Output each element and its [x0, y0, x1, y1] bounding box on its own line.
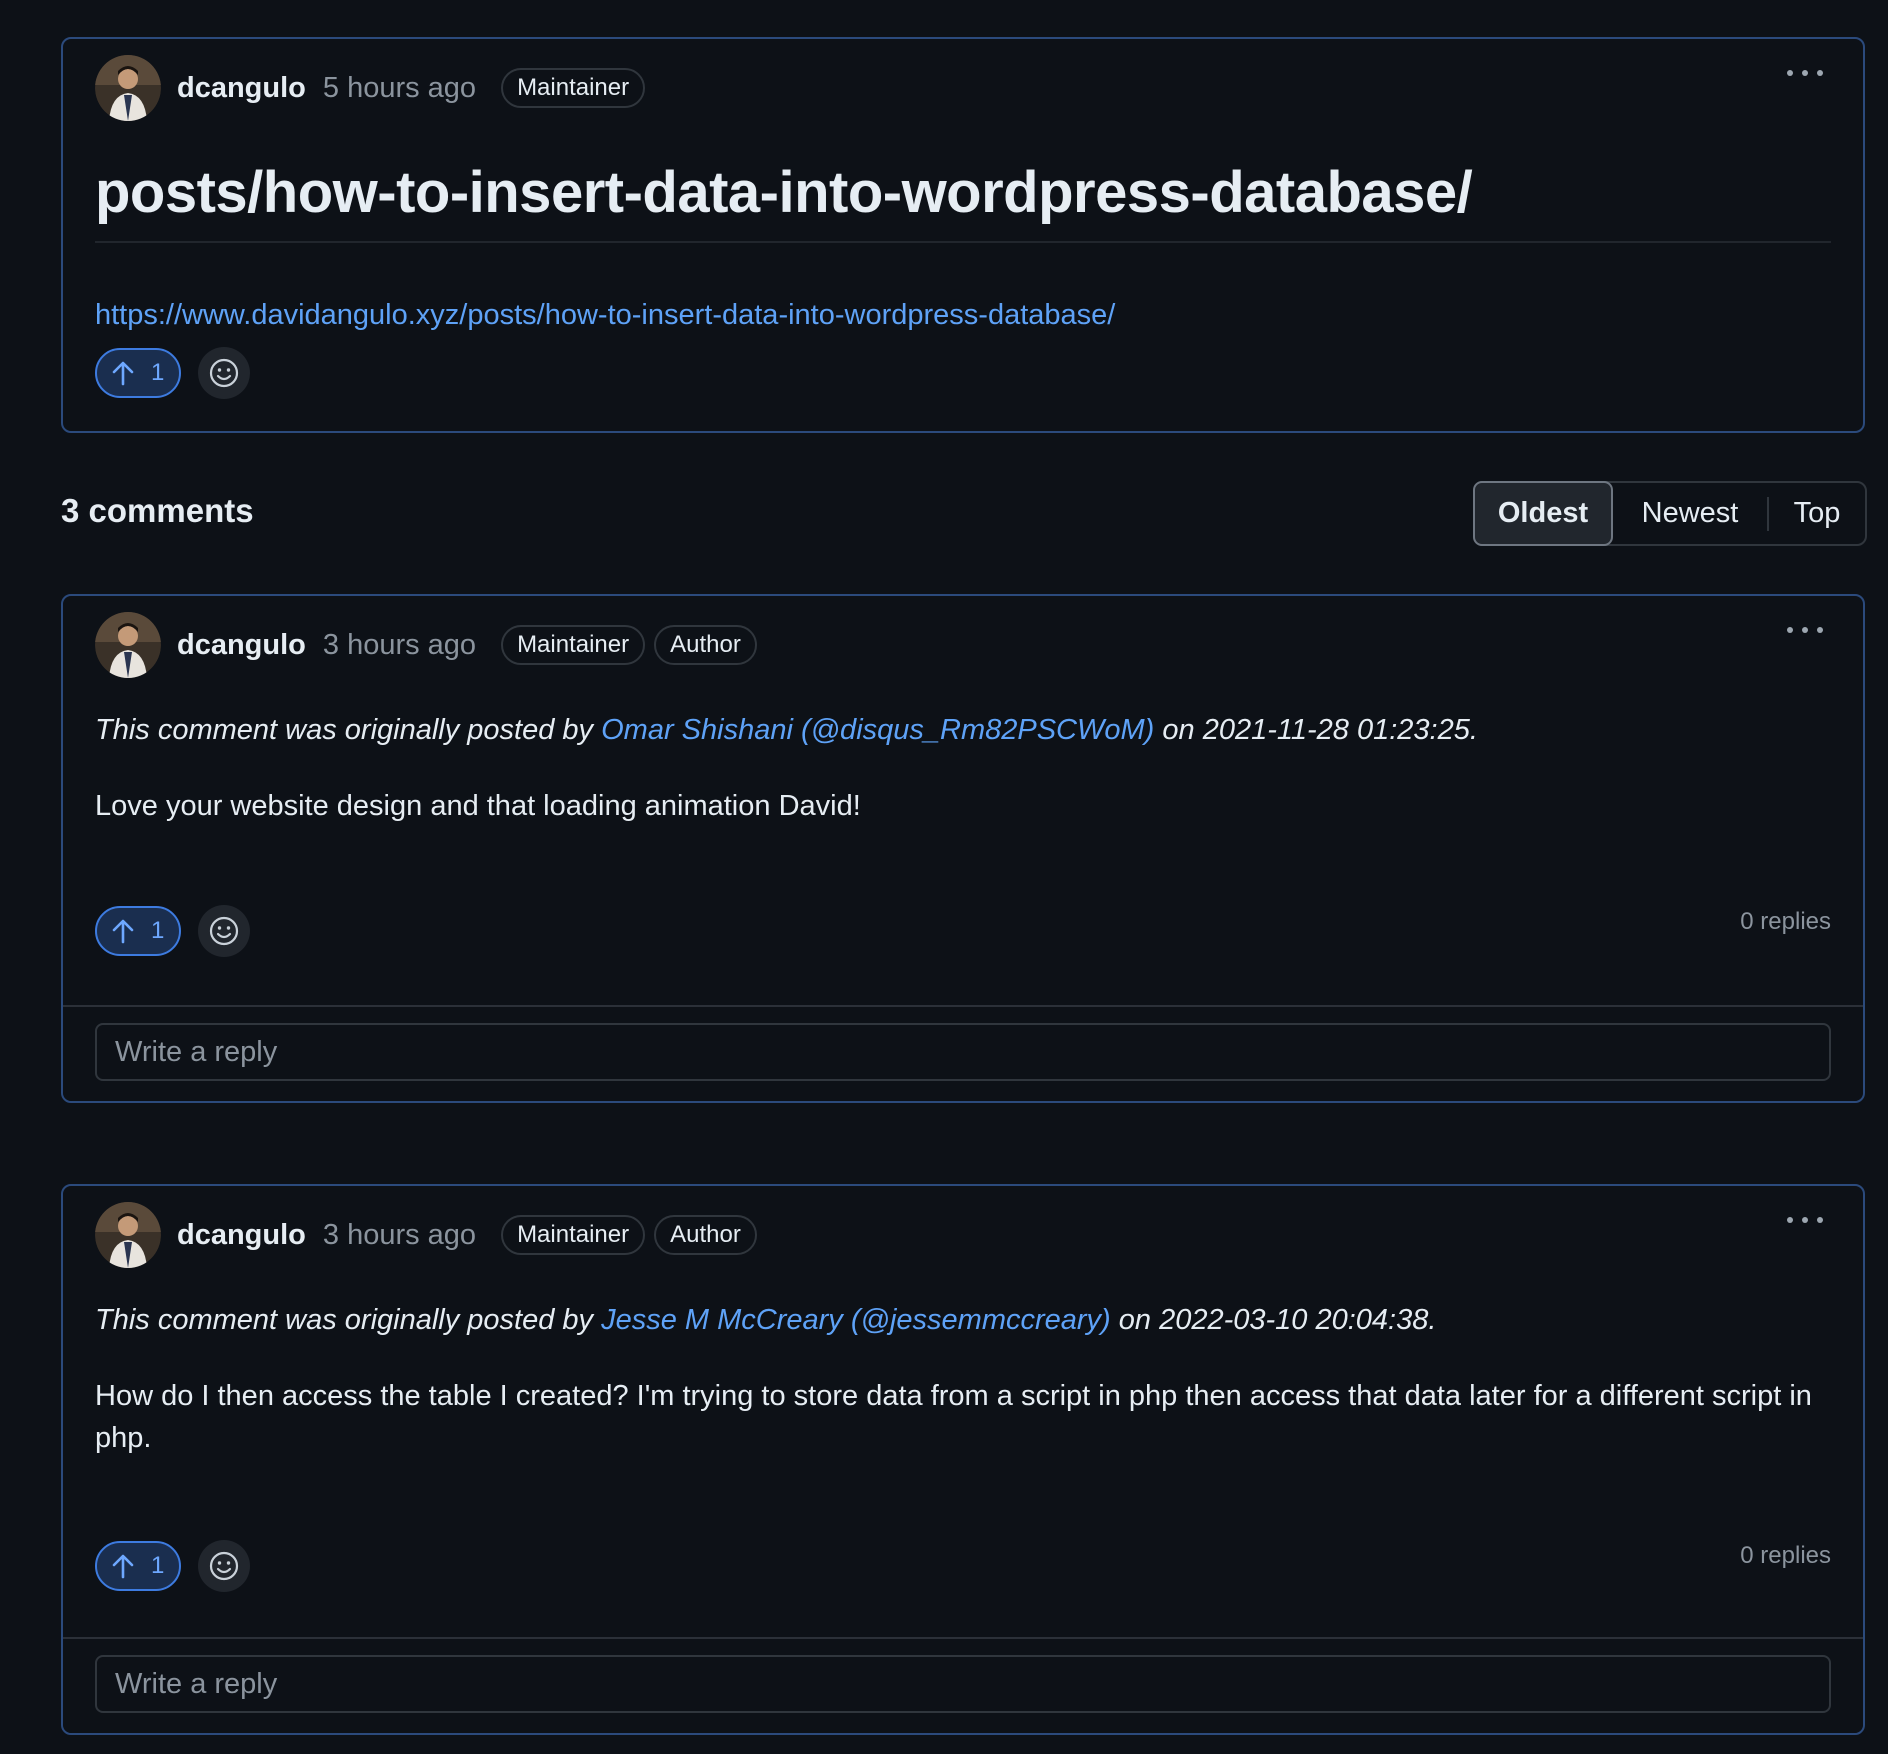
author-name[interactable]: dcangulo: [177, 1219, 306, 1252]
comment-body: How do I then access the table I created…: [95, 1380, 1812, 1454]
more-options-button[interactable]: [1787, 624, 1823, 636]
comment-card: dcangulo 3 hours ago Maintainer Author T…: [61, 594, 1865, 1103]
origin-suffix: on 2021-11-28 01:23:25.: [1154, 714, 1478, 746]
more-options-button[interactable]: [1787, 1214, 1823, 1226]
maintainer-badge: Maintainer: [501, 68, 646, 108]
origin-prefix: This comment was originally posted by: [95, 1304, 602, 1336]
reply-input[interactable]: [95, 1655, 1831, 1713]
discussion-card: dcangulo 5 hours ago Maintainer posts/ho…: [61, 37, 1865, 433]
origin-user-link[interactable]: Jesse M McCreary (@jessemmccreary): [601, 1304, 1111, 1336]
smiley-icon: [209, 916, 239, 946]
sort-oldest-button[interactable]: Oldest: [1473, 481, 1613, 546]
comment-body: Love your website design and that loadin…: [95, 790, 861, 822]
kebab-menu-icon: [1787, 1217, 1793, 1223]
origin-prefix: This comment was originally posted by: [95, 714, 602, 746]
author-badge: Author: [654, 1215, 757, 1255]
sort-newest-button[interactable]: Newest: [1613, 483, 1767, 544]
replies-count: 0 replies: [1740, 908, 1831, 935]
origin-note: This comment was originally posted by Om…: [95, 714, 1478, 747]
discussion-title: posts/how-to-insert-data-into-wordpress-…: [95, 160, 1473, 225]
author-name[interactable]: dcangulo: [177, 72, 306, 105]
author-name[interactable]: dcangulo: [177, 629, 306, 662]
origin-note: This comment was originally posted by Je…: [95, 1304, 1436, 1337]
upvote-count: 1: [151, 917, 165, 944]
sort-top-button[interactable]: Top: [1769, 483, 1865, 544]
arrow-up-icon: [112, 919, 134, 944]
discussion-url-link[interactable]: https://www.davidangulo.xyz/posts/how-to…: [95, 299, 1115, 332]
comment-time[interactable]: 3 hours ago: [323, 629, 476, 662]
add-reaction-button[interactable]: [198, 1540, 250, 1592]
smiley-icon: [209, 358, 239, 388]
comment-header: dcangulo 3 hours ago Maintainer Author: [95, 612, 766, 678]
origin-suffix: on 2022-03-10 20:04:38.: [1110, 1304, 1437, 1336]
upvote-button[interactable]: 1: [95, 906, 181, 956]
more-options-button[interactable]: [1787, 67, 1823, 79]
add-reaction-button[interactable]: [198, 905, 250, 957]
origin-user-link[interactable]: Omar Shishani (@disqus_Rm82PSCWoM): [601, 714, 1154, 746]
comments-count: 3 comments: [61, 492, 254, 529]
smiley-icon: [209, 1551, 239, 1581]
post-time[interactable]: 5 hours ago: [323, 72, 476, 105]
replies-count: 0 replies: [1740, 1542, 1831, 1569]
title-divider: [95, 241, 1831, 243]
user-avatar[interactable]: [95, 55, 161, 121]
add-reaction-button[interactable]: [198, 347, 250, 399]
kebab-menu-icon: [1787, 70, 1793, 76]
user-avatar[interactable]: [95, 1202, 161, 1268]
maintainer-badge: Maintainer: [501, 625, 646, 665]
upvote-button[interactable]: 1: [95, 348, 181, 398]
comment-header: dcangulo 3 hours ago Maintainer Author: [95, 1202, 766, 1268]
reply-input[interactable]: [95, 1023, 1831, 1081]
upvote-count: 1: [151, 1552, 165, 1579]
author-badge: Author: [654, 625, 757, 665]
comment-card: dcangulo 3 hours ago Maintainer Author T…: [61, 1184, 1865, 1735]
user-avatar[interactable]: [95, 612, 161, 678]
kebab-menu-icon: [1787, 627, 1793, 633]
reply-section: [63, 1637, 1863, 1733]
arrow-up-icon: [112, 1554, 134, 1579]
reply-section: [63, 1005, 1863, 1101]
upvote-button[interactable]: 1: [95, 1541, 181, 1591]
maintainer-badge: Maintainer: [501, 1215, 646, 1255]
comment-time[interactable]: 3 hours ago: [323, 1219, 476, 1252]
sort-toggle: Oldest Newest Top: [1473, 481, 1867, 546]
arrow-up-icon: [112, 361, 134, 386]
upvote-count: 1: [151, 359, 165, 386]
discussion-header: dcangulo 5 hours ago Maintainer: [95, 55, 654, 121]
